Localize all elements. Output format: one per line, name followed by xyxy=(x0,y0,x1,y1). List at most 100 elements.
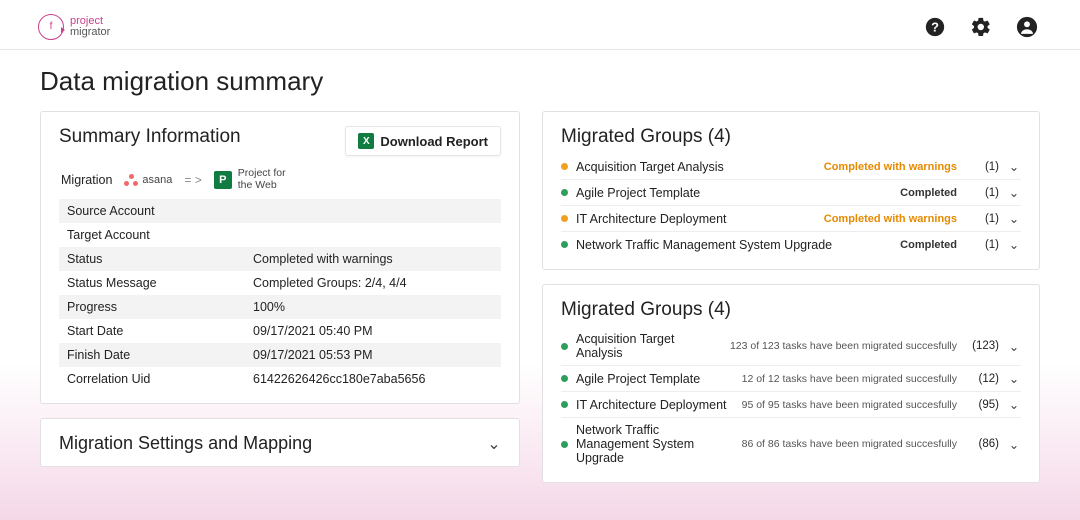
group-message: 95 of 95 tasks have been migrated succes… xyxy=(742,399,957,411)
status-dot-icon xyxy=(561,401,568,408)
field-value: Completed Groups: 2/4, 4/4 xyxy=(245,271,501,295)
summary-card: Summary Information X Download Report Mi… xyxy=(40,111,520,404)
topbar-actions: ? xyxy=(924,16,1038,38)
migration-settings-card[interactable]: Migration Settings and Mapping ⌄ xyxy=(40,418,520,467)
brand-mark-icon: f xyxy=(38,14,64,40)
group-name: Agile Project Template xyxy=(576,186,892,200)
group-count: (1) xyxy=(965,239,999,251)
asana-icon xyxy=(124,174,138,186)
download-report-button[interactable]: X Download Report xyxy=(345,126,501,156)
arrow-icon: = > xyxy=(184,173,201,187)
group-row[interactable]: Network Traffic Management System Upgrad… xyxy=(561,418,1021,470)
group-message: 12 of 12 tasks have been migrated succes… xyxy=(742,373,957,385)
status-dot-icon xyxy=(561,241,568,248)
chevron-down-icon[interactable]: ⌄ xyxy=(1007,437,1021,452)
chevron-down-icon[interactable]: ⌄ xyxy=(1007,339,1021,354)
group-status: Completed with warnings xyxy=(824,161,957,173)
field-value: 09/17/2021 05:40 PM xyxy=(245,319,501,343)
chevron-down-icon[interactable]: ⌄ xyxy=(1007,211,1021,226)
status-dot-icon xyxy=(561,343,568,350)
group-message: 86 of 86 tasks have been migrated succes… xyxy=(742,438,957,450)
group-count: (95) xyxy=(965,399,999,411)
field-key: Finish Date xyxy=(59,343,245,367)
chevron-down-icon[interactable]: ⌄ xyxy=(1007,237,1021,252)
migration-label: Migration xyxy=(61,173,112,187)
chevron-down-icon[interactable]: ⌄ xyxy=(1007,159,1021,174)
field-key: Correlation Uid xyxy=(59,367,245,391)
settings-icon[interactable] xyxy=(970,16,992,38)
group-message: 123 of 123 tasks have been migrated succ… xyxy=(730,340,957,352)
group-name: Acquisition Target Analysis xyxy=(576,332,722,360)
page-body: Data migration summary Summary Informati… xyxy=(0,50,1080,483)
field-value: Completed with warnings xyxy=(245,247,501,271)
groups-status-list: Acquisition Target Analysis Completed wit… xyxy=(561,154,1021,257)
group-count: (1) xyxy=(965,161,999,173)
group-row[interactable]: Network Traffic Management System Upgrad… xyxy=(561,232,1021,257)
group-name: Acquisition Target Analysis xyxy=(576,160,816,174)
group-row[interactable]: Agile Project Template 12 of 12 tasks hav… xyxy=(561,366,1021,392)
field-value: 61422626426cc180e7aba5656 xyxy=(245,367,501,391)
status-dot-icon xyxy=(561,375,568,382)
group-row[interactable]: Acquisition Target Analysis Completed wit… xyxy=(561,154,1021,180)
field-key: Status Message xyxy=(59,271,245,295)
target-app: P Project for the Web xyxy=(214,168,286,191)
group-count: (123) xyxy=(965,340,999,352)
svg-text:?: ? xyxy=(931,19,939,34)
field-value: 09/17/2021 05:53 PM xyxy=(245,343,501,367)
topbar: f project migrator ? xyxy=(0,0,1080,50)
group-count: (1) xyxy=(965,187,999,199)
group-count: (1) xyxy=(965,213,999,225)
migrated-groups-tasks-card: Migrated Groups (4) Acquisition Target A… xyxy=(542,284,1040,483)
table-row: Status MessageCompleted Groups: 2/4, 4/4 xyxy=(59,271,501,295)
table-row: Target Account xyxy=(59,223,501,247)
chevron-down-icon[interactable]: ⌄ xyxy=(1007,185,1021,200)
field-value xyxy=(245,223,501,247)
status-dot-icon xyxy=(561,441,568,448)
group-row[interactable]: Agile Project Template Completed (1) ⌄ xyxy=(561,180,1021,206)
group-count: (12) xyxy=(965,373,999,385)
brand-logo[interactable]: f project migrator xyxy=(38,14,110,40)
table-row: Progress100% xyxy=(59,295,501,319)
table-row: Finish Date09/17/2021 05:53 PM xyxy=(59,343,501,367)
group-row[interactable]: IT Architecture Deployment Completed with… xyxy=(561,206,1021,232)
group-count: (86) xyxy=(965,438,999,450)
field-key: Progress xyxy=(59,295,245,319)
chevron-down-icon[interactable]: ⌄ xyxy=(1007,397,1021,412)
group-name: Agile Project Template xyxy=(576,372,734,386)
table-row: Source Account xyxy=(59,199,501,223)
table-row: StatusCompleted with warnings xyxy=(59,247,501,271)
group-status: Completed with warnings xyxy=(824,213,957,225)
excel-icon: X xyxy=(358,133,374,149)
migrated-groups-status-card: Migrated Groups (4) Acquisition Target A… xyxy=(542,111,1040,270)
groups-tasks-list: Acquisition Target Analysis 123 of 123 ta… xyxy=(561,327,1021,470)
migration-flow: Migration asana = > P Project for the We… xyxy=(59,166,501,199)
field-value: 100% xyxy=(245,295,501,319)
group-status: Completed xyxy=(900,187,957,199)
migrated-groups-title-1: Migrated Groups (4) xyxy=(561,126,1021,148)
help-icon[interactable]: ? xyxy=(924,16,946,38)
status-dot-icon xyxy=(561,215,568,222)
field-key: Status xyxy=(59,247,245,271)
status-dot-icon xyxy=(561,189,568,196)
group-name: IT Architecture Deployment xyxy=(576,398,734,412)
group-name: Network Traffic Management System Upgrad… xyxy=(576,423,734,465)
chevron-down-icon[interactable]: ⌄ xyxy=(1007,371,1021,386)
summary-table: Source AccountTarget AccountStatusComple… xyxy=(59,199,501,391)
field-key: Start Date xyxy=(59,319,245,343)
table-row: Correlation Uid61422626426cc180e7aba5656 xyxy=(59,367,501,391)
status-dot-icon xyxy=(561,163,568,170)
table-row: Start Date09/17/2021 05:40 PM xyxy=(59,319,501,343)
field-value xyxy=(245,199,501,223)
field-key: Source Account xyxy=(59,199,245,223)
group-status: Completed xyxy=(900,239,957,251)
migrated-groups-title-2: Migrated Groups (4) xyxy=(561,299,1021,321)
group-row[interactable]: Acquisition Target Analysis 123 of 123 ta… xyxy=(561,327,1021,366)
field-key: Target Account xyxy=(59,223,245,247)
group-row[interactable]: IT Architecture Deployment 95 of 95 tasks… xyxy=(561,392,1021,418)
migration-settings-title: Migration Settings and Mapping xyxy=(59,433,312,454)
group-name: IT Architecture Deployment xyxy=(576,212,816,226)
project-for-web-icon: P xyxy=(214,171,232,189)
account-icon[interactable] xyxy=(1016,16,1038,38)
group-name: Network Traffic Management System Upgrad… xyxy=(576,238,892,252)
chevron-down-icon: ⌄ xyxy=(487,434,501,454)
